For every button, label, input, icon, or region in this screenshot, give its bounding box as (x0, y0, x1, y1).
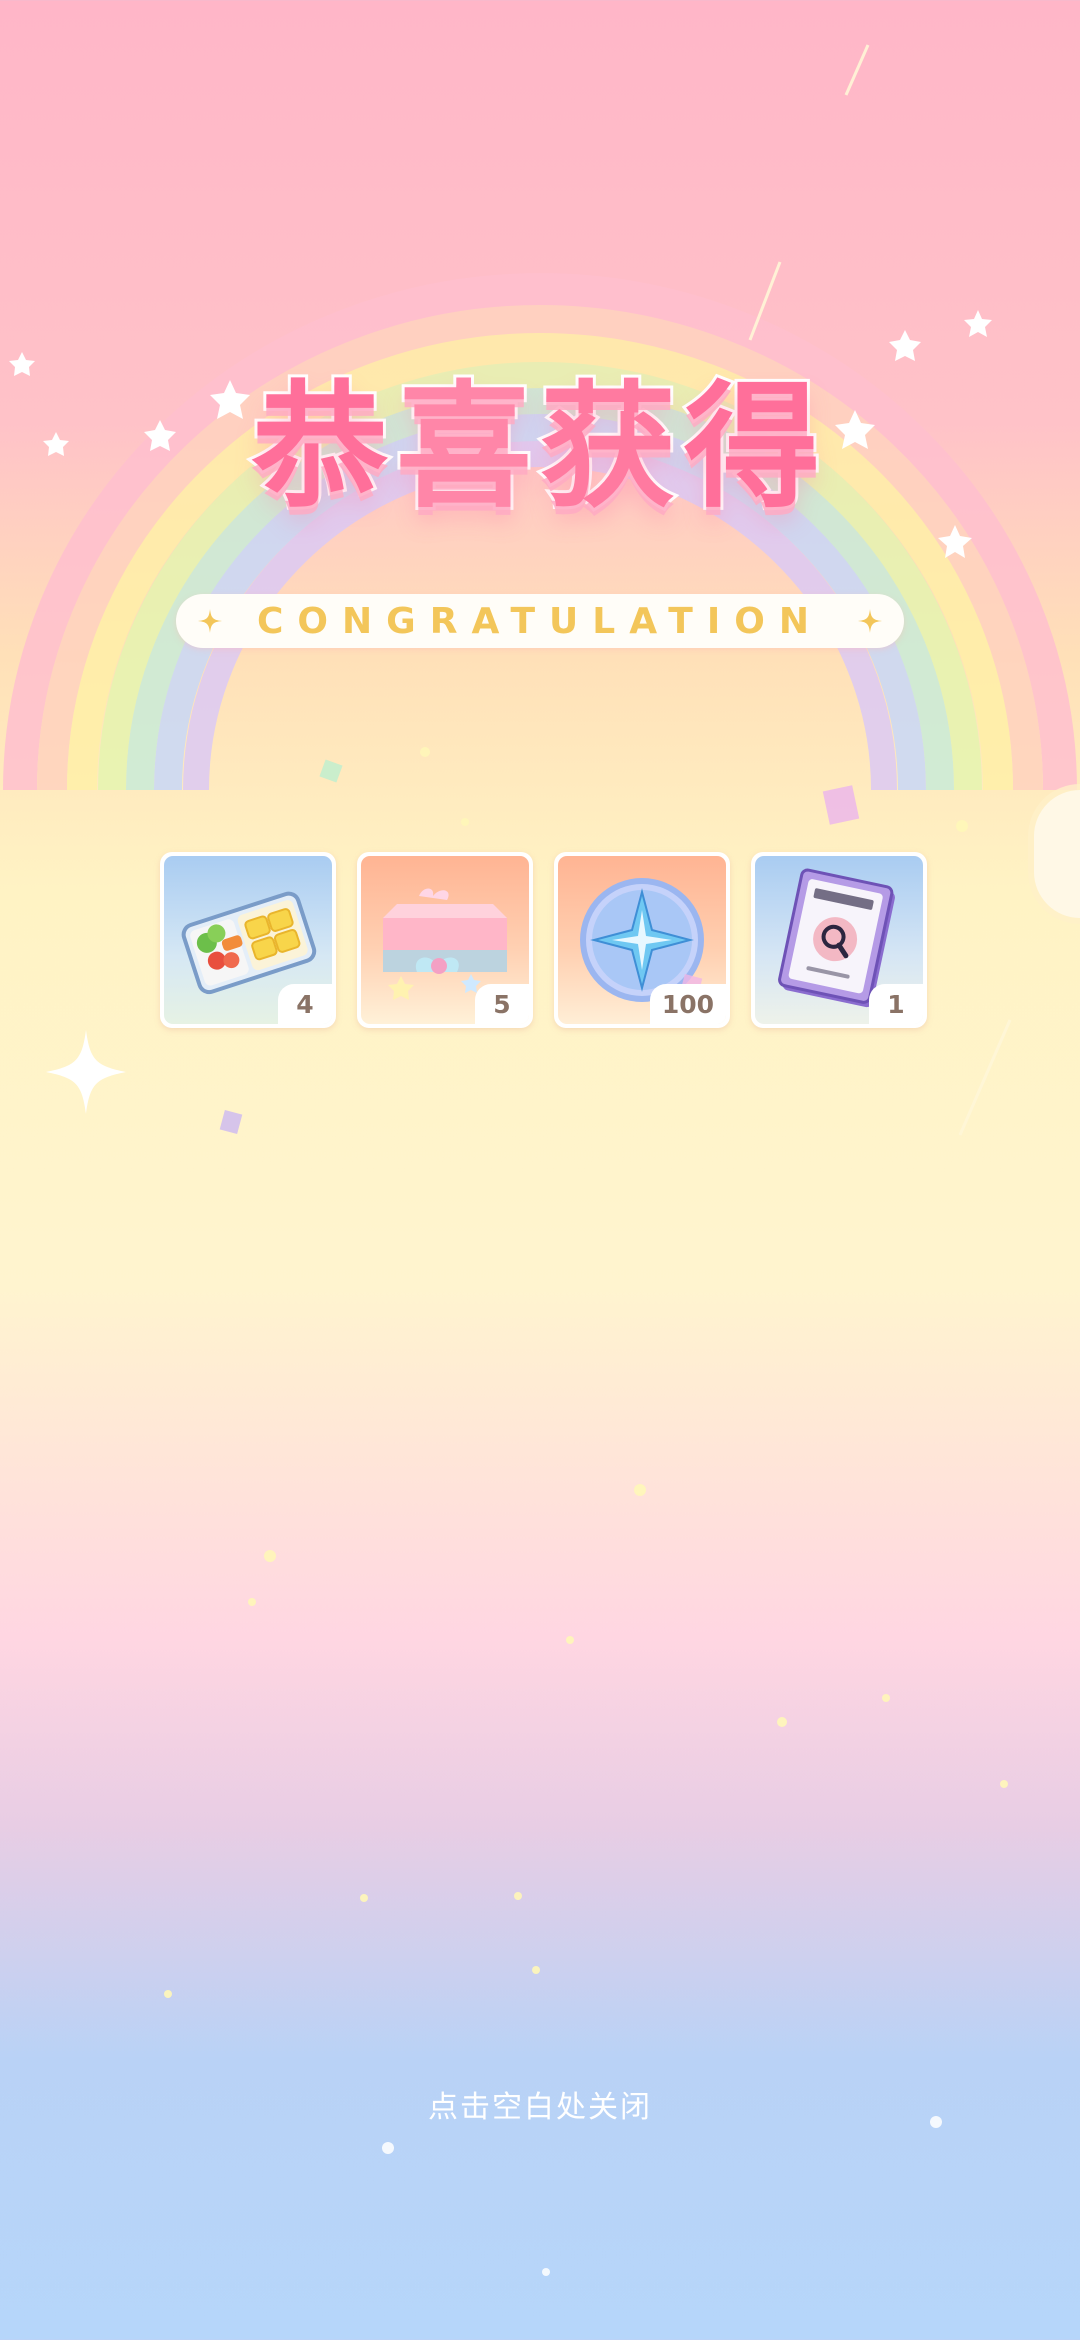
reward-quantity: 1 (869, 984, 923, 1024)
title-char: 喜 (393, 369, 540, 527)
reward-item[interactable]: 100 (554, 852, 730, 1028)
tap-to-close-hint: 点击空白处关闭 (428, 2090, 652, 2125)
reward-item[interactable]: 4 (160, 852, 336, 1028)
subtitle-text: CONGRATULATION (257, 600, 823, 642)
reward-list: 4 5 100 1 (160, 852, 930, 1028)
title-char: 恭 (249, 369, 396, 527)
rainbow-decoration (0, 270, 1080, 790)
reward-quantity: 4 (278, 984, 332, 1024)
reward-item[interactable]: 5 (357, 852, 533, 1028)
subtitle-banner: CONGRATULATION (176, 594, 904, 648)
congratulations-title: 恭喜获得 (0, 377, 1080, 519)
reward-quantity: 5 (475, 984, 529, 1024)
reward-quantity: 100 (649, 984, 726, 1024)
sparkle-icon (198, 609, 222, 633)
title-char: 得 (681, 369, 828, 527)
sparkle-icon (858, 609, 882, 633)
reward-item[interactable]: 1 (751, 852, 927, 1028)
title-char: 获 (537, 369, 684, 527)
